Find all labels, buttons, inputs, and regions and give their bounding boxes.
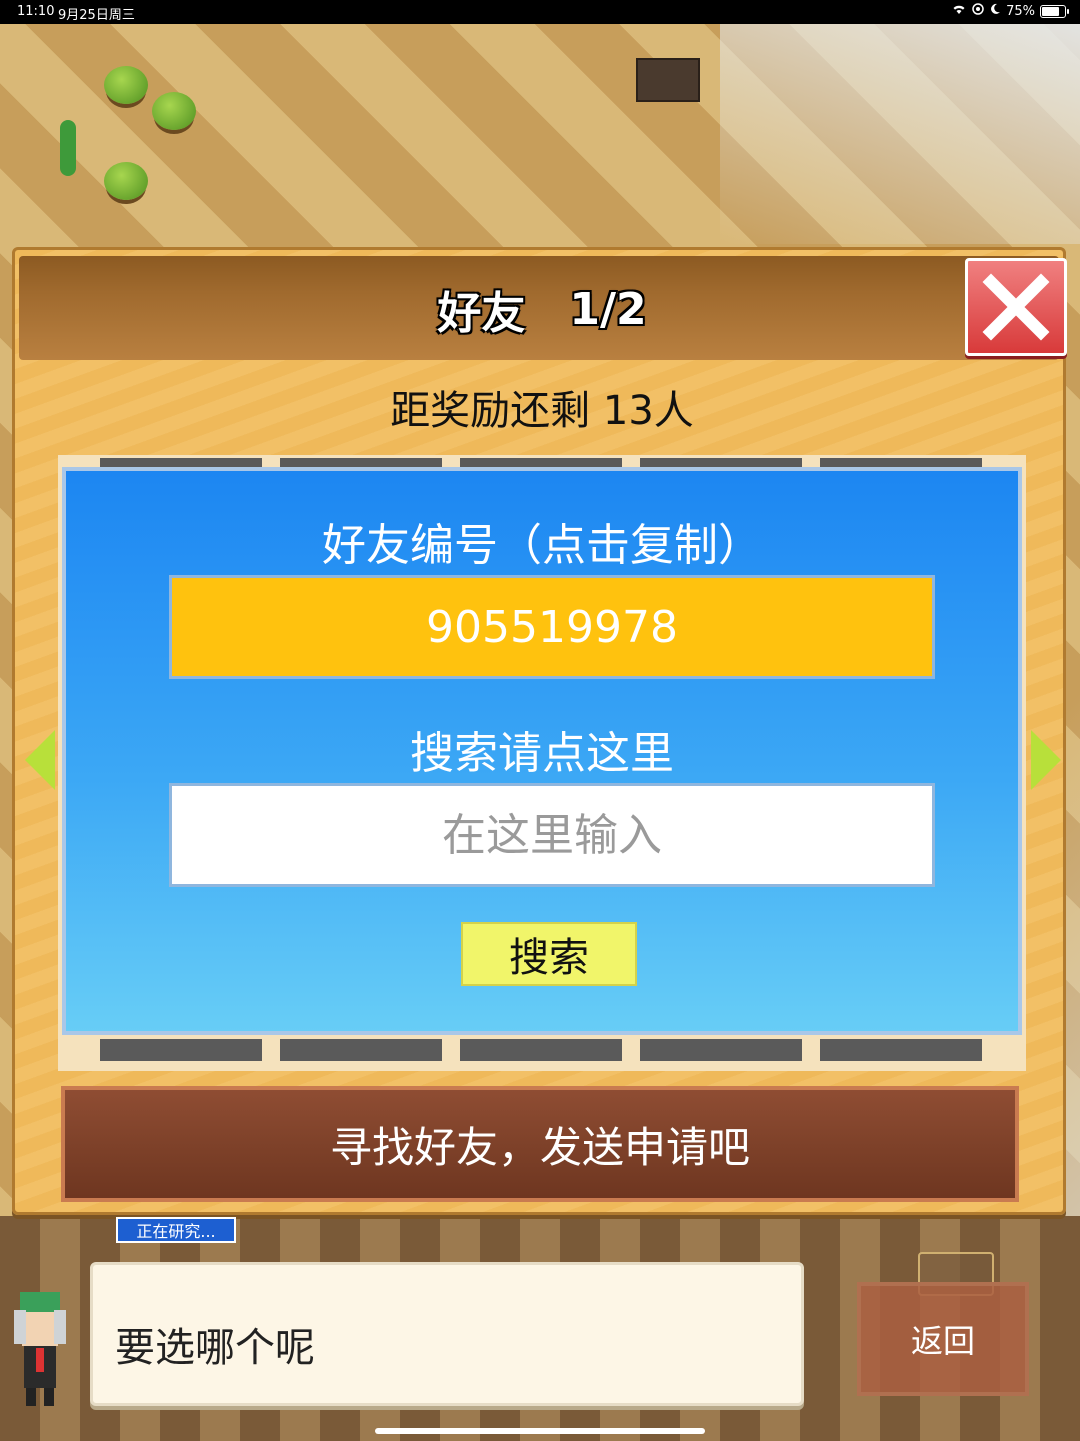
- friend-slot: [280, 1039, 442, 1061]
- assistant-avatar: [6, 1292, 74, 1412]
- search-button[interactable]: 搜索: [461, 922, 637, 986]
- friend-slot: [460, 1039, 622, 1061]
- search-label: 搜索请点这里: [410, 728, 674, 779]
- status-time: 11:10: [17, 4, 55, 19]
- assistant-dialog: 要选哪个呢: [90, 1262, 804, 1406]
- dialog-text: 要选哪个呢: [115, 1325, 315, 1371]
- home-indicator[interactable]: [375, 1428, 705, 1434]
- battery-icon: [1040, 4, 1069, 18]
- reward-remaining-text: 距奖励还剩 13人: [390, 388, 694, 434]
- friend-slot: [100, 1039, 262, 1061]
- close-button[interactable]: [965, 258, 1067, 356]
- prev-page-arrow-icon[interactable]: [25, 730, 55, 790]
- friend-search-box: 好友编号（点击复制） 905519978 搜索请点这里 搜索: [62, 467, 1022, 1035]
- status-icons: 75%: [951, 3, 1069, 19]
- friend-slot: [820, 1039, 982, 1061]
- wifi-icon: [951, 3, 967, 19]
- next-page-arrow-icon[interactable]: [1031, 730, 1061, 790]
- close-icon: [982, 273, 1050, 341]
- friend-slot: [640, 1039, 802, 1061]
- friend-id-label: 好友编号（点击复制）: [322, 520, 762, 571]
- friend-slot-row-bottom: [58, 1039, 1026, 1061]
- friend-search-input[interactable]: [169, 783, 935, 887]
- panel-title-label: 好友: [437, 288, 526, 339]
- fog-overlay: [720, 24, 1080, 244]
- bush-sprite: [152, 92, 196, 130]
- research-status-badge: 正在研究...: [116, 1217, 236, 1243]
- bush-sprite: [104, 66, 148, 104]
- moon-icon: [989, 3, 1001, 19]
- friend-id-copy-field[interactable]: 905519978: [169, 575, 935, 679]
- location-icon: [972, 3, 984, 19]
- find-friends-button[interactable]: 寻找好友，发送申请吧: [61, 1086, 1019, 1202]
- panel-title: 好友 1/2: [15, 250, 1069, 368]
- hut-sprite: [636, 58, 700, 102]
- status-date: 9月25日周三: [58, 8, 135, 23]
- back-button[interactable]: 返回: [857, 1282, 1029, 1396]
- cactus-sprite: [60, 120, 76, 176]
- status-bar: 11:10 9月25日周三 75%: [0, 0, 1080, 24]
- panel-page-indicator: 1/2: [569, 283, 647, 335]
- battery-percent: 75%: [1006, 3, 1035, 19]
- friends-panel: 好友 1/2 距奖励还剩 13人 好友编号（点击复制） 905519978 搜索…: [12, 247, 1069, 1215]
- bush-sprite: [104, 162, 148, 200]
